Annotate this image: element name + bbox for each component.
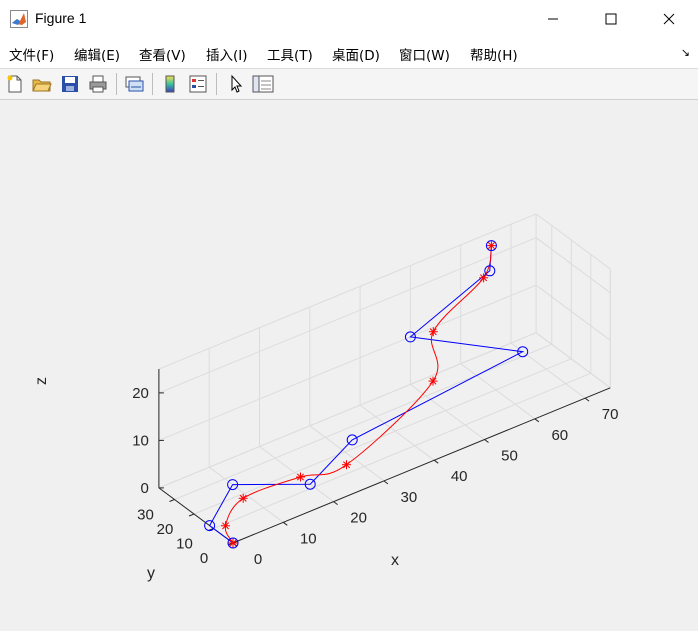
control-polygon-line <box>208 245 525 544</box>
x-tick-mark <box>584 397 590 402</box>
new-figure-button[interactable] <box>3 72 27 96</box>
y-tick-label: 10 <box>176 536 193 553</box>
y-axis-label: y <box>147 565 155 582</box>
open-file-icon <box>32 79 52 92</box>
x-tick-label: 20 <box>350 510 367 527</box>
property-inspector-button[interactable] <box>251 72 275 96</box>
floor-grid-line <box>208 466 284 523</box>
z-tick-label: 20 <box>132 385 149 402</box>
print-icon <box>89 75 107 93</box>
x-tick-label: 60 <box>551 427 568 444</box>
window-title: Figure 1 <box>35 10 87 26</box>
x-tick-mark <box>433 459 439 464</box>
y-tick-label: 0 <box>200 550 208 567</box>
menu-file[interactable]: 文件(F) <box>9 44 54 64</box>
curve-point-marker <box>296 472 305 482</box>
menu-desktop[interactable]: 桌面(D) <box>332 44 380 64</box>
figure-canvas: 0 10 20 30 40 50 60 70 0 10 20 30 0 10 20 x y z <box>0 100 698 627</box>
curve-point-marker <box>238 493 248 503</box>
z-tick-label: 0 <box>141 480 149 497</box>
title-bar: Figure 1 <box>0 0 698 38</box>
x-axis-line <box>232 387 611 544</box>
floor-grid-line <box>410 383 485 440</box>
wall-grid-line <box>535 237 611 294</box>
property-inspector-icon <box>252 75 274 93</box>
wall-grid-line <box>158 237 537 394</box>
menu-bar: 文件(F) 编辑(E) 查看(V) 插入(I) 工具(T) 桌面(D) 窗口(W… <box>0 38 698 69</box>
floor-grid-line <box>259 446 334 503</box>
x-axis-label: x <box>391 552 399 569</box>
axes-3d[interactable]: 010203040506070010203001020xyz <box>0 100 698 627</box>
open-file-button[interactable] <box>30 72 54 96</box>
minimize-icon <box>548 18 558 20</box>
x-tick-mark <box>282 521 288 526</box>
menu-help[interactable]: 帮助(H) <box>470 44 518 64</box>
wall-grid-line <box>158 284 537 441</box>
box-edge <box>535 332 611 389</box>
pointer-button[interactable] <box>224 72 248 96</box>
x-tick-mark <box>333 501 338 506</box>
link-plot-icon <box>125 76 144 92</box>
toolbar-separator <box>152 73 153 95</box>
floor-grid-line <box>460 363 536 420</box>
minimize-button[interactable] <box>524 0 582 38</box>
toolbar-separator <box>116 73 117 95</box>
menu-tools[interactable]: 工具(T) <box>267 44 313 64</box>
curve-point-marker <box>228 538 238 548</box>
y-tick-mark <box>169 499 175 502</box>
curve-point-marker <box>428 327 438 337</box>
x-tick-label: 10 <box>300 530 317 547</box>
y-tick-label: 20 <box>157 521 174 538</box>
menu-insert[interactable]: 插入(I) <box>206 44 248 64</box>
legend-icon <box>189 75 207 93</box>
toolbar-separator <box>216 73 217 95</box>
menu-overflow-icon[interactable]: ↘ <box>681 46 690 59</box>
floor-grid-line <box>359 404 435 461</box>
x-tick-mark <box>383 480 389 485</box>
link-plot-button[interactable] <box>122 72 146 96</box>
box-edge <box>535 213 611 270</box>
x-tick-label: 40 <box>451 468 468 485</box>
menu-view[interactable]: 查看(V) <box>139 44 186 64</box>
figure-toolbar <box>0 69 698 100</box>
maximize-icon <box>605 13 617 25</box>
x-tick-mark <box>534 418 540 423</box>
floor-grid-line <box>193 358 572 515</box>
x-tick-label: 70 <box>602 406 619 423</box>
pointer-icon <box>231 74 243 93</box>
legend-button[interactable] <box>186 72 210 96</box>
x-tick-label: 50 <box>501 448 518 465</box>
save-icon <box>62 76 78 92</box>
curve-point-marker <box>486 241 496 251</box>
y-tick-mark <box>188 513 195 517</box>
curve-point-marker <box>428 376 438 386</box>
x-tick-mark <box>484 439 489 443</box>
save-button[interactable] <box>58 72 82 96</box>
close-icon <box>663 13 675 25</box>
z-axis-label: z <box>33 377 50 385</box>
menu-edit[interactable]: 编辑(E) <box>74 44 120 64</box>
floor-grid-line <box>174 343 552 500</box>
maximize-button[interactable] <box>582 0 640 38</box>
colorbar-icon <box>165 75 175 93</box>
close-button[interactable] <box>640 0 698 38</box>
curve-point-marker <box>342 460 351 470</box>
colorbar-button[interactable] <box>158 72 182 96</box>
new-figure-icon <box>7 75 22 93</box>
y-tick-label: 30 <box>137 507 154 524</box>
menu-window[interactable]: 窗口(W) <box>399 44 450 64</box>
wall-grid-line <box>535 284 611 341</box>
smooth-curve-line <box>224 245 492 544</box>
x-tick-label: 30 <box>401 489 418 506</box>
x-tick-label: 0 <box>254 551 262 568</box>
z-tick-label: 10 <box>132 432 149 449</box>
matlab-logo-icon <box>10 10 28 28</box>
print-button[interactable] <box>86 72 110 96</box>
